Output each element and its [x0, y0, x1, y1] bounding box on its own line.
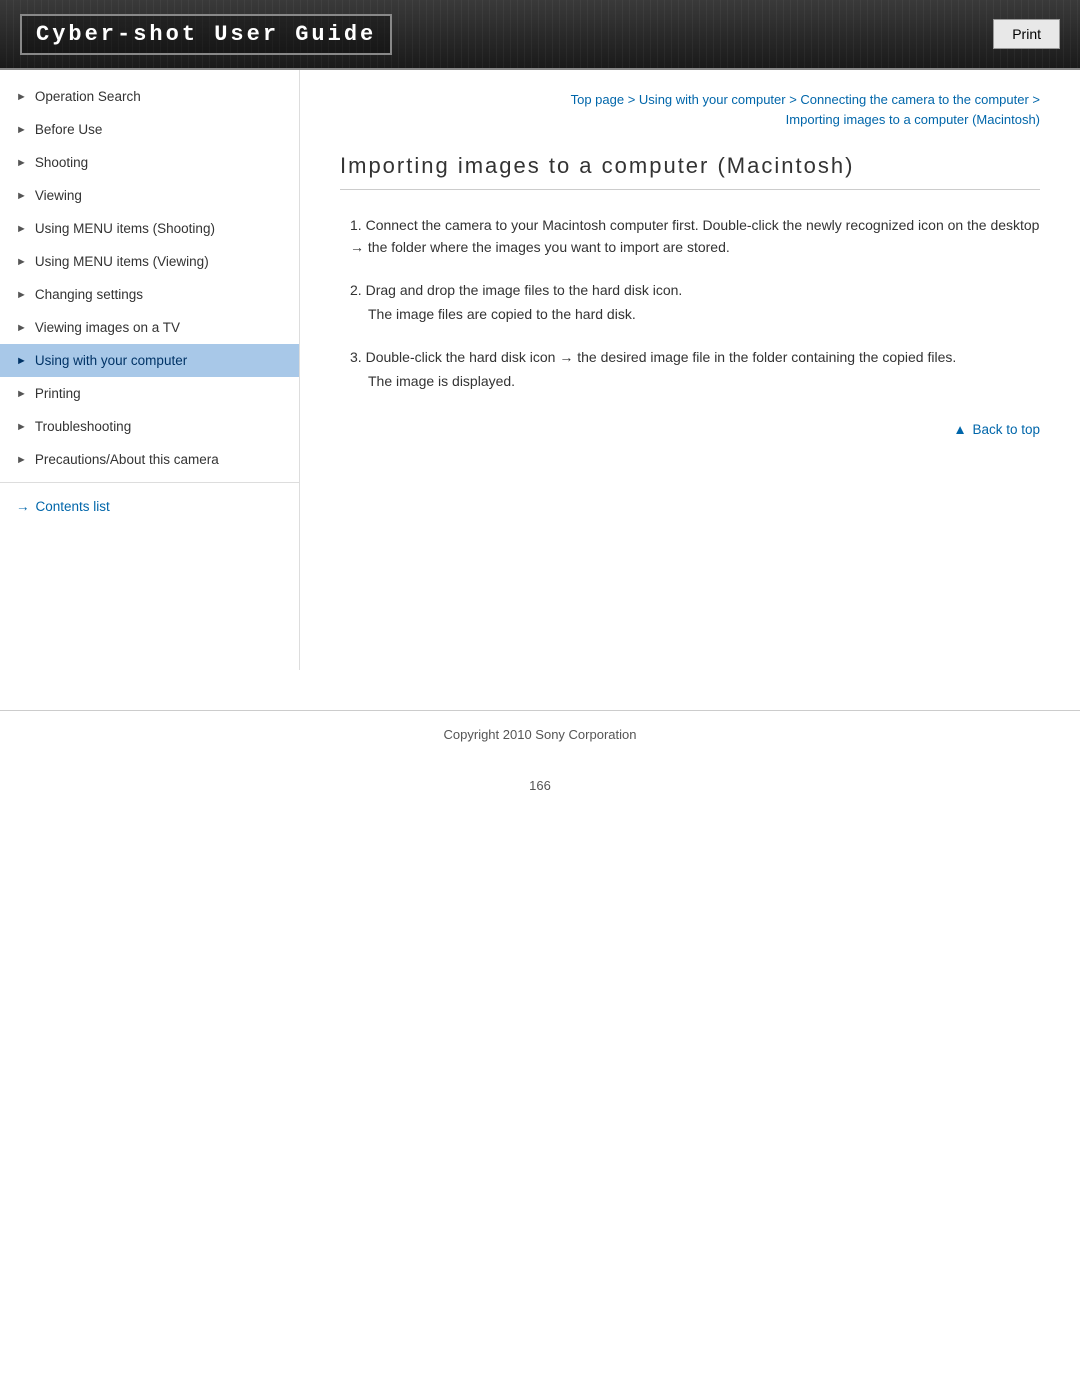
step-number: 2. Drag and drop the image files to the … — [350, 279, 1040, 301]
sidebar-item-1[interactable]: ► Before Use — [0, 113, 299, 146]
breadcrumb-connecting[interactable]: Connecting the camera to the computer — [800, 92, 1028, 107]
page-number: 166 — [0, 778, 1080, 813]
step-number-label: 1. — [350, 217, 362, 233]
sidebar-item-2[interactable]: ► Shooting — [0, 146, 299, 179]
copyright: Copyright 2010 Sony Corporation — [444, 727, 637, 742]
steps-list: 1. Connect the camera to your Macintosh … — [350, 214, 1040, 392]
sidebar-item-3[interactable]: ► Viewing — [0, 179, 299, 212]
back-to-top-label: Back to top — [972, 422, 1040, 437]
site-title: Cyber-shot User Guide — [20, 14, 392, 55]
sidebar-item-9[interactable]: ► Printing — [0, 377, 299, 410]
sidebar-arrow-icon: ► — [16, 223, 27, 235]
step-text: Double-click the hard disk icon — [366, 349, 556, 365]
sidebar-arrow-icon: ► — [16, 91, 27, 103]
step-item-1: 1. Connect the camera to your Macintosh … — [350, 214, 1040, 259]
print-button[interactable]: Print — [993, 19, 1060, 49]
breadcrumb-sep1: > — [624, 92, 639, 107]
breadcrumb-current[interactable]: Importing images to a computer (Macintos… — [786, 112, 1040, 127]
sidebar-item-4[interactable]: ► Using MENU items (Shooting) — [0, 212, 299, 245]
arrow-icon: → — [559, 349, 573, 365]
sidebar-item-label: Viewing — [35, 188, 82, 203]
sidebar-item-11[interactable]: ► Precautions/About this camera — [0, 443, 299, 476]
step-number-label: 3. — [350, 349, 362, 365]
back-to-top[interactable]: ▲ Back to top — [340, 422, 1040, 437]
sidebar-item-label: Troubleshooting — [35, 419, 131, 434]
triangle-icon: ▲ — [953, 422, 966, 437]
sidebar-arrow-icon: ► — [16, 355, 27, 367]
step-number: 1. Connect the camera to your Macintosh … — [350, 214, 1040, 259]
sidebar-arrow-icon: ► — [16, 289, 27, 301]
step-text: Connect the camera to your Macintosh com… — [366, 217, 1040, 233]
arrow-right-icon: → — [16, 499, 30, 514]
step-detail: The image files are copied to the hard d… — [368, 303, 1040, 325]
sidebar-item-label: Printing — [35, 386, 81, 401]
page-title: Importing images to a computer (Macintos… — [340, 153, 1040, 190]
breadcrumb-sep3: > — [1029, 92, 1040, 107]
contents-link-label: Contents list — [36, 499, 110, 514]
sidebar-item-0[interactable]: ► Operation Search — [0, 80, 299, 113]
breadcrumb: Top page > Using with your computer > Co… — [340, 90, 1040, 129]
sidebar-divider — [0, 482, 299, 483]
step-text2: the folder where the images you want to … — [368, 239, 730, 255]
step-detail: The image is displayed. — [368, 370, 1040, 392]
header: Cyber-shot User Guide Print — [0, 0, 1080, 70]
arrow-icon: → — [350, 239, 364, 255]
sidebar-item-label: Shooting — [35, 155, 88, 170]
sidebar-arrow-icon: ► — [16, 190, 27, 202]
breadcrumb-top[interactable]: Top page — [571, 92, 625, 107]
contents-link[interactable]: → Contents list — [0, 489, 299, 524]
sidebar-item-label: Before Use — [35, 122, 103, 137]
step-item-3: 3. Double-click the hard disk icon → the… — [350, 346, 1040, 393]
sidebar-arrow-icon: ► — [16, 454, 27, 466]
main-content: Top page > Using with your computer > Co… — [300, 70, 1080, 467]
step-text2: the desired image file in the folder con… — [577, 349, 956, 365]
breadcrumb-using-computer[interactable]: Using with your computer — [639, 92, 786, 107]
step-number-label: 2. — [350, 282, 362, 298]
step-number: 3. Double-click the hard disk icon → the… — [350, 346, 1040, 368]
sidebar-arrow-icon: ► — [16, 124, 27, 136]
sidebar-arrow-icon: ► — [16, 322, 27, 334]
sidebar-item-label: Using MENU items (Shooting) — [35, 221, 215, 236]
sidebar-item-7[interactable]: ► Viewing images on a TV — [0, 311, 299, 344]
main-layout: ► Operation Search ► Before Use ► Shooting ► Vi… — [0, 70, 1080, 670]
sidebar-arrow-icon: ► — [16, 157, 27, 169]
sidebar-item-5[interactable]: ► Using MENU items (Viewing) — [0, 245, 299, 278]
sidebar-arrow-icon: ► — [16, 421, 27, 433]
sidebar-item-6[interactable]: ► Changing settings — [0, 278, 299, 311]
sidebar: ► Operation Search ► Before Use ► Shooting ► Vi… — [0, 70, 300, 670]
sidebar-item-8[interactable]: ► Using with your computer — [0, 344, 299, 377]
sidebar-item-label: Operation Search — [35, 89, 141, 104]
sidebar-item-label: Viewing images on a TV — [35, 320, 180, 335]
sidebar-item-label: Changing settings — [35, 287, 143, 302]
step-item-2: 2. Drag and drop the image files to the … — [350, 279, 1040, 326]
sidebar-item-label: Using MENU items (Viewing) — [35, 254, 209, 269]
sidebar-item-label: Using with your computer — [35, 353, 187, 368]
breadcrumb-sep2: > — [786, 92, 801, 107]
sidebar-item-10[interactable]: ► Troubleshooting — [0, 410, 299, 443]
step-text: Drag and drop the image files to the har… — [366, 282, 683, 298]
sidebar-item-label: Precautions/About this camera — [35, 452, 219, 467]
sidebar-arrow-icon: ► — [16, 256, 27, 268]
footer: Copyright 2010 Sony Corporation — [0, 710, 1080, 758]
sidebar-arrow-icon: ► — [16, 388, 27, 400]
